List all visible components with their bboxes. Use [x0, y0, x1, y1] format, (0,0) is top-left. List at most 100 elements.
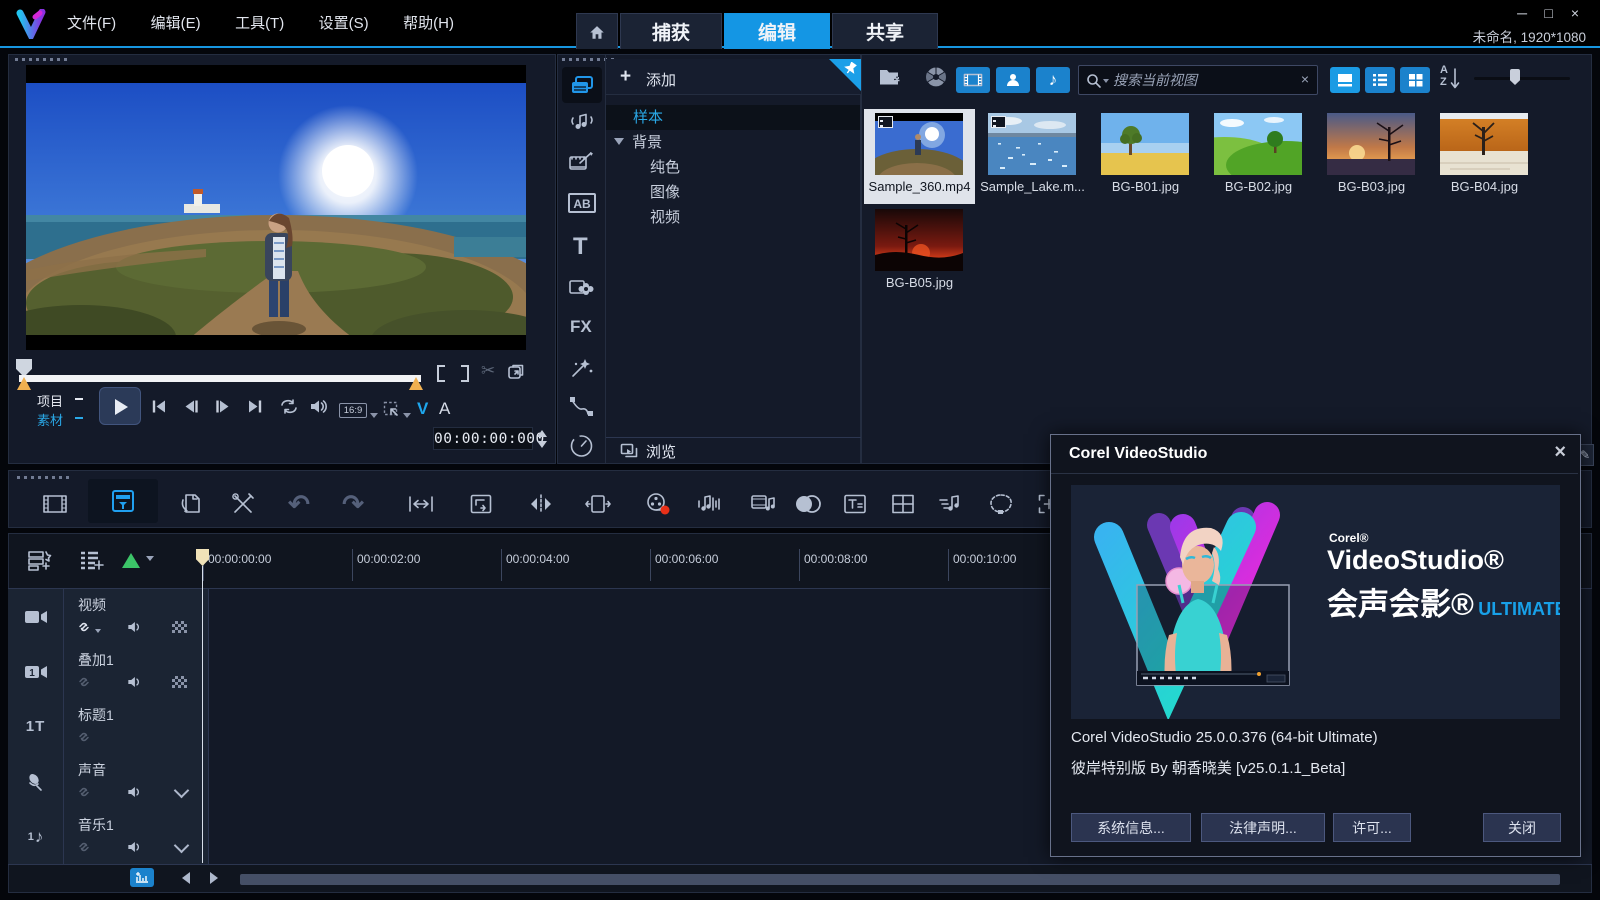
- link-caret-icon[interactable]: [95, 629, 101, 633]
- trim-end-handle[interactable]: [409, 377, 423, 390]
- library-item[interactable]: BG-B04.jpg: [1429, 109, 1540, 204]
- sidebar-transition-button[interactable]: AB: [568, 193, 596, 213]
- dialog-close-icon[interactable]: ×: [1554, 441, 1566, 464]
- mark-in-icon[interactable]: [437, 365, 445, 382]
- track-waveform-chevron-icon[interactable]: [174, 838, 190, 854]
- search-options-caret-icon[interactable]: [1103, 79, 1109, 83]
- expander-icon[interactable]: [614, 138, 624, 145]
- sidebar-media-button[interactable]: [562, 67, 602, 103]
- library-item[interactable]: BG-B01.jpg: [1090, 109, 1201, 204]
- panel-drag-handle[interactable]: [15, 58, 67, 61]
- step-back-icon[interactable]: [183, 399, 199, 419]
- add-folder-icon[interactable]: +: [620, 67, 631, 87]
- sidebar-filter-button[interactable]: FX: [570, 317, 592, 337]
- license-button[interactable]: 许可...: [1333, 813, 1411, 842]
- link-icon[interactable]: [76, 619, 92, 635]
- menu-edit[interactable]: 编辑(E): [136, 0, 216, 48]
- tree-item-video[interactable]: 视频: [606, 205, 860, 230]
- record-capture-options-button[interactable]: [228, 490, 258, 518]
- library-item[interactable]: Sample_360.mp4: [864, 109, 975, 204]
- tab-capture[interactable]: 捕获: [620, 13, 722, 49]
- menu-tools[interactable]: 工具(T): [220, 0, 299, 48]
- panel-drag-handle[interactable]: [17, 476, 69, 479]
- sound-mixer-button[interactable]: [694, 490, 724, 518]
- track-waveform-chevron-icon[interactable]: [174, 783, 190, 799]
- tree-item-solid-color[interactable]: 纯色: [606, 155, 860, 180]
- sidebar-speed-button[interactable]: [569, 433, 594, 463]
- play-button[interactable]: [99, 387, 141, 425]
- overlap-transition-button[interactable]: [793, 490, 823, 518]
- mode-project-label[interactable]: 项目: [37, 391, 63, 410]
- sidebar-audio-button[interactable]: [570, 111, 594, 138]
- tab-edit[interactable]: 编辑: [724, 13, 830, 49]
- menu-file[interactable]: 文件(F): [52, 0, 131, 48]
- system-volume-icon[interactable]: [309, 398, 328, 420]
- tree-item-background[interactable]: 背景: [606, 130, 860, 155]
- link-icon[interactable]: [76, 729, 92, 745]
- add-folder-label[interactable]: 添加: [646, 69, 676, 90]
- library-item[interactable]: BG-B02.jpg: [1203, 109, 1314, 204]
- subtitle-editor-button[interactable]: [840, 490, 870, 518]
- timeline-view-button[interactable]: [88, 479, 158, 523]
- scroll-right-icon[interactable]: [210, 872, 218, 884]
- link-icon[interactable]: [76, 784, 92, 800]
- system-info-button[interactable]: 系统信息...: [1071, 813, 1191, 842]
- link-icon[interactable]: [76, 839, 92, 855]
- mode-clip-label[interactable]: 素材: [37, 410, 63, 429]
- search-clear-icon[interactable]: ×: [1301, 71, 1309, 87]
- seek-bar[interactable]: [19, 375, 421, 382]
- overlay-audio-toggle[interactable]: A: [439, 399, 450, 419]
- library-item[interactable]: BG-B05.jpg: [864, 205, 975, 300]
- repeat-icon[interactable]: [279, 398, 299, 420]
- close-button[interactable]: ×: [1564, 5, 1586, 21]
- track-mute-icon[interactable]: [126, 785, 143, 799]
- sidebar-title-button[interactable]: T: [573, 233, 588, 261]
- legal-notice-button[interactable]: 法律声明...: [1201, 813, 1325, 842]
- view-list-button[interactable]: [1365, 67, 1395, 93]
- search-input[interactable]: [1079, 66, 1317, 94]
- go-to-end-icon[interactable]: [247, 399, 263, 419]
- tree-item-samples[interactable]: 样本: [606, 105, 860, 130]
- ripple-edit-button[interactable]: [583, 490, 613, 518]
- import-media-icon[interactable]: [878, 65, 904, 94]
- track-mute-icon[interactable]: [126, 620, 143, 634]
- music-track-header[interactable]: 1 ♪ 音乐1: [8, 809, 209, 865]
- tab-share[interactable]: 共享: [832, 13, 938, 49]
- menu-help[interactable]: 帮助(H): [388, 0, 469, 48]
- storyboard-view-button[interactable]: [40, 490, 70, 518]
- maximize-button[interactable]: □: [1538, 5, 1560, 21]
- sidebar-motion-button[interactable]: [569, 395, 594, 422]
- scroll-left-icon[interactable]: [182, 872, 190, 884]
- tree-item-image[interactable]: 图像: [606, 180, 860, 205]
- track-transparency-icon[interactable]: [172, 676, 187, 688]
- batch-convert-button[interactable]: [176, 490, 206, 518]
- minimize-button[interactable]: ─: [1511, 5, 1533, 21]
- go-to-start-icon[interactable]: [151, 399, 167, 419]
- timeline-horizontal-scrollbar[interactable]: [240, 874, 1560, 885]
- mask-creator-button[interactable]: [986, 490, 1016, 518]
- chapter-point-caret-icon[interactable]: [146, 556, 154, 561]
- sidebar-effects-button[interactable]: [569, 355, 594, 385]
- track-transparency-icon[interactable]: [172, 621, 187, 633]
- enlarge-preview-icon[interactable]: [507, 363, 525, 386]
- track-manager-icon[interactable]: [26, 549, 52, 578]
- browse-bar[interactable]: 浏览: [606, 437, 861, 463]
- voice-track-header[interactable]: 声音: [8, 754, 209, 810]
- speed-tool-button[interactable]: [936, 490, 966, 518]
- thumbnail-size-slider[interactable]: [1474, 77, 1570, 80]
- trim-start-handle[interactable]: [17, 377, 31, 390]
- timecode-display[interactable]: 00:00:00:000: [433, 427, 533, 450]
- title-track-header[interactable]: 1T 标题1: [8, 699, 209, 755]
- project-duration-button[interactable]: [466, 490, 496, 518]
- video-track-header[interactable]: 视频: [8, 589, 209, 645]
- step-forward-icon[interactable]: [215, 399, 231, 419]
- aspect-ratio-select[interactable]: 16:9: [339, 403, 367, 418]
- mark-out-icon[interactable]: [461, 365, 469, 382]
- sort-az-icon[interactable]: A Z: [1440, 65, 1464, 93]
- split-screen-template-button[interactable]: [888, 490, 918, 518]
- timecode-spinner-down-icon[interactable]: [537, 441, 547, 448]
- fit-project-in-window-button[interactable]: [406, 490, 436, 518]
- library-item[interactable]: BG-B03.jpg: [1316, 109, 1427, 204]
- timeline-zoom-fit-icon[interactable]: [130, 868, 154, 887]
- show-photos-filter[interactable]: [996, 67, 1030, 93]
